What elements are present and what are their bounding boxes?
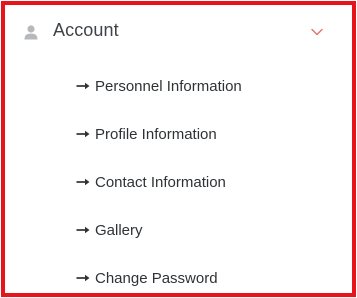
arrow-right-icon	[76, 130, 90, 138]
menu-item-contact-information[interactable]: Contact Information	[76, 168, 336, 196]
chevron-down-icon[interactable]	[310, 27, 324, 37]
account-accordion-header[interactable]: Account	[5, 5, 352, 61]
menu-item-label: Profile Information	[95, 125, 217, 143]
arrow-right-icon	[76, 226, 90, 234]
account-menu-panel: Account Personnel Information Profile In…	[1, 1, 356, 297]
menu-item-gallery[interactable]: Gallery	[76, 216, 336, 244]
account-title: Account	[53, 20, 119, 40]
menu-item-label: Change Password	[95, 269, 218, 287]
menu-item-label: Contact Information	[95, 173, 226, 191]
user-icon	[24, 25, 38, 40]
menu-item-personnel-information[interactable]: Personnel Information	[76, 72, 336, 100]
arrow-right-icon	[76, 178, 90, 186]
menu-item-change-password[interactable]: Change Password	[76, 264, 336, 292]
arrow-right-icon	[76, 82, 90, 90]
menu-item-label: Personnel Information	[95, 77, 242, 95]
arrow-right-icon	[76, 274, 90, 282]
menu-item-label: Gallery	[95, 221, 143, 239]
menu-item-profile-information[interactable]: Profile Information	[76, 120, 336, 148]
